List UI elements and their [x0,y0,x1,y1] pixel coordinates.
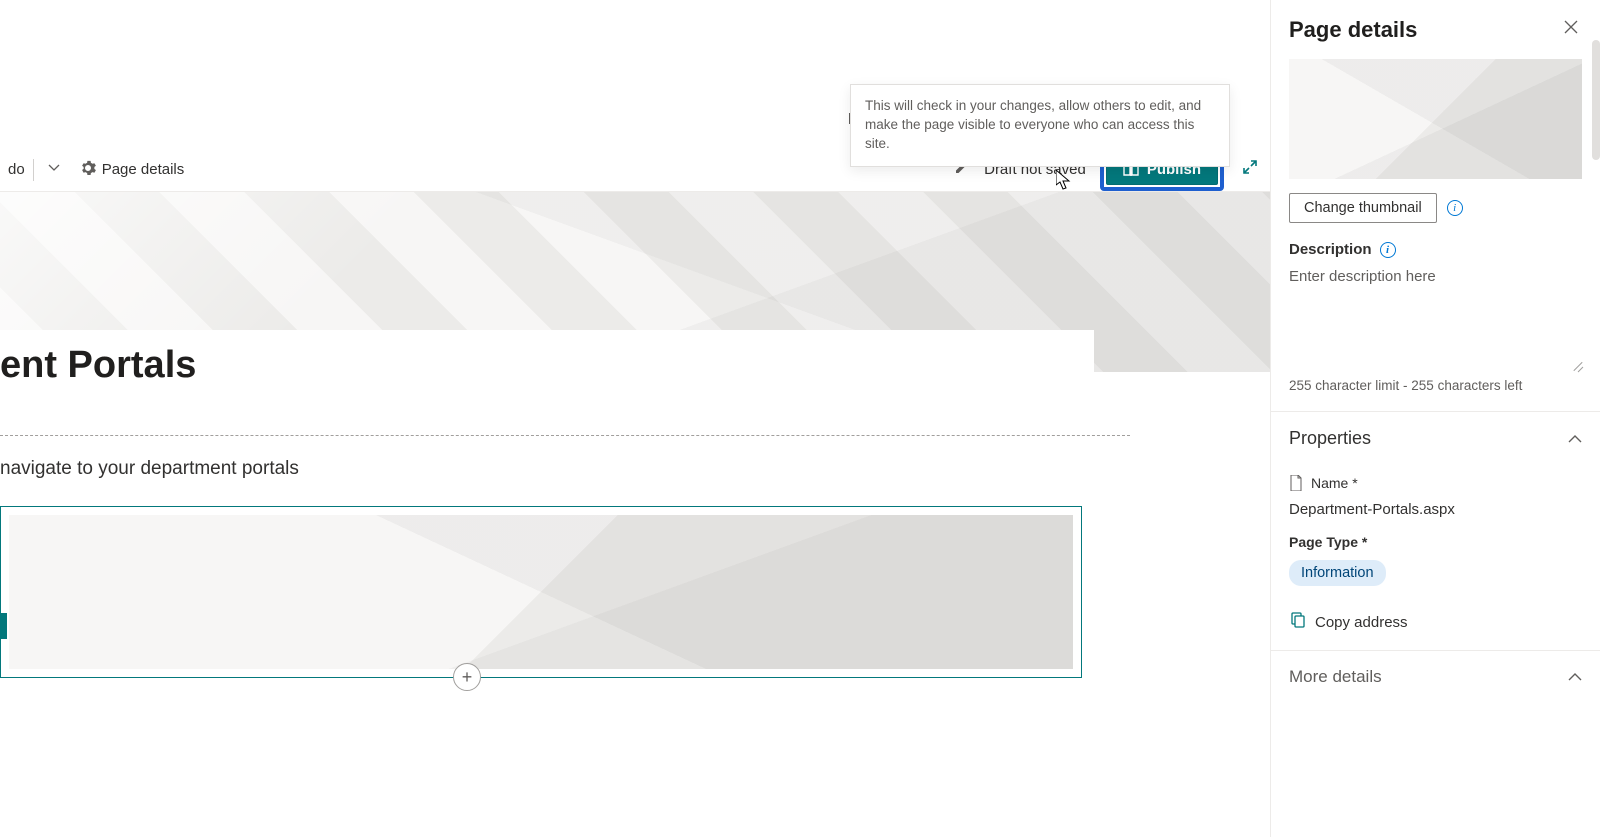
gear-icon [80,160,96,180]
description-label: Description [1289,241,1372,258]
page-title-area[interactable]: ent Portals [0,330,1094,417]
panel-title: Page details [1289,17,1417,43]
close-icon[interactable] [1560,16,1582,43]
copy-icon [1289,612,1305,632]
description-textarea[interactable]: Enter description here [1289,268,1582,368]
change-thumbnail-button[interactable]: Change thumbnail [1289,193,1437,223]
character-limit-text: 255 character limit - 255 characters lef… [1271,372,1600,411]
add-section-button[interactable]: + [453,663,481,691]
more-details-label: More details [1289,667,1382,687]
divider [33,159,34,181]
webpart-handle[interactable] [1,613,7,639]
page-details-command[interactable]: Page details [74,156,191,184]
page-details-panel: Page details Change thumbnail i Descript… [1270,0,1600,837]
name-label: Name * [1311,475,1358,491]
page-type-label: Page Type * [1289,534,1582,550]
page-title[interactable]: ent Portals [0,344,1094,387]
page-subtitle[interactable]: navigate to your department portals [0,458,1270,480]
file-icon [1289,475,1303,491]
name-value[interactable]: Department-Portals.aspx [1289,501,1582,518]
page-thumbnail [1289,59,1582,179]
page-details-label: Page details [102,161,185,178]
publish-tooltip: This will check in your changes, allow o… [850,84,1230,167]
copy-address-label: Copy address [1315,614,1408,631]
section-divider [0,435,1130,436]
chevron-up-icon [1568,431,1582,447]
properties-body: Name * Department-Portals.aspx Page Type… [1271,475,1600,650]
chevron-up-icon [1568,669,1582,685]
undo-fragment[interactable]: do [8,161,25,178]
description-placeholder: Enter description here [1289,268,1436,285]
info-icon[interactable]: i [1447,200,1463,216]
info-icon[interactable]: i [1380,242,1396,258]
webpart-image-placeholder [9,515,1073,669]
properties-label: Properties [1289,428,1371,449]
more-details-accordion[interactable]: More details [1271,651,1600,703]
selected-webpart[interactable]: + [0,506,1082,678]
resize-handle-icon[interactable] [1572,358,1584,370]
plus-icon: + [462,667,473,688]
expand-icon[interactable] [1238,155,1262,184]
publish-tooltip-text: This will check in your changes, allow o… [865,98,1201,151]
copy-address-link[interactable]: Copy address [1289,612,1582,632]
panel-scrollbar[interactable] [1592,40,1600,160]
chevron-down-icon[interactable] [42,158,66,181]
page-type-pill[interactable]: Information [1289,560,1386,586]
properties-accordion[interactable]: Properties [1271,412,1600,465]
